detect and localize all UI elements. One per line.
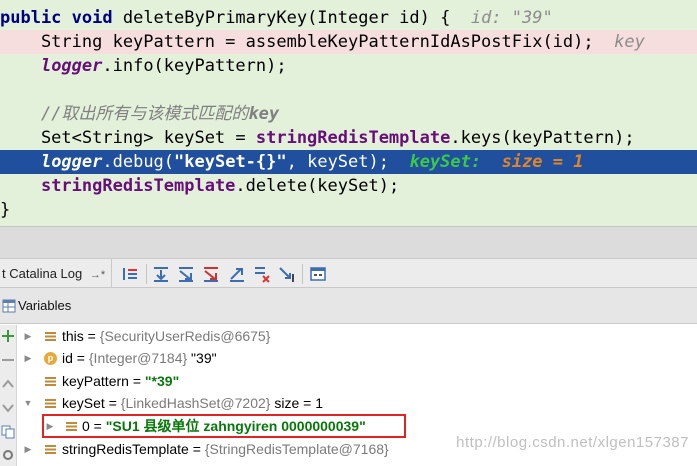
variable-name: 0 xyxy=(82,418,90,434)
inline-debug-value: id: "39" xyxy=(470,8,553,28)
pin-icon[interactable]: →* xyxy=(90,269,105,281)
variables-icon xyxy=(2,299,16,313)
variable-name: id xyxy=(62,350,73,366)
field-icon xyxy=(66,422,77,431)
inline-debug-name: keySet: xyxy=(409,152,482,172)
code-editor[interactable]: public void deleteByPrimaryKey(Integer i… xyxy=(0,0,697,226)
method-signature-text: deleteByPrimaryKey(Integer id) { xyxy=(112,8,471,28)
field-icon xyxy=(45,377,56,386)
step-out-icon[interactable] xyxy=(227,264,247,284)
variable-size: size = 1 xyxy=(270,395,323,411)
equals-sign: = xyxy=(89,418,106,434)
code-text: .keys(keyPattern); xyxy=(450,128,635,148)
expand-arrow-icon[interactable]: ▶ xyxy=(44,415,56,438)
comment-text: //取出所有与该模式匹配的 xyxy=(40,104,249,124)
code-text: .delete(keySet); xyxy=(235,176,400,196)
run-to-cursor-icon[interactable] xyxy=(277,264,297,284)
variables-panel-header: Variables xyxy=(0,288,697,324)
variable-row-id[interactable]: ▶ p id = {Integer@7184} "39" xyxy=(18,347,697,370)
variable-value: "SU1 县级单位 zahngyiren 0000000039" xyxy=(105,418,366,434)
show-execution-point-icon[interactable] xyxy=(120,264,140,284)
tab-label: t Catalina Log xyxy=(2,266,83,281)
step-into-icon[interactable] xyxy=(176,264,196,284)
field-icon xyxy=(45,399,56,408)
code-line-current-execution[interactable]: logger.debug("keySet-{}", keySet); keySe… xyxy=(0,150,697,174)
equals-sign: = xyxy=(188,441,205,457)
variable-row-keyset[interactable]: ▼ keySet = {LinkedHashSet@7202} size = 1 xyxy=(18,392,697,415)
equals-sign: = xyxy=(104,395,121,411)
debug-toolbar: t Catalina Log →* xyxy=(0,258,697,288)
code-text: String keyPattern = assembleKeyPatternId… xyxy=(0,32,615,52)
redis-template-field: stringRedisTemplate xyxy=(255,128,451,148)
variable-row-keypattern[interactable]: keyPattern = "*39" xyxy=(18,370,697,393)
variable-name: this xyxy=(62,328,84,344)
variable-row-this[interactable]: ▶ this = {SecurityUserRedis@6675} xyxy=(18,325,697,348)
variable-type: {StringRedisTemplate@7168} xyxy=(204,441,389,457)
new-watch-icon[interactable] xyxy=(1,329,15,343)
field-icon xyxy=(45,332,56,341)
tab-catalina-log[interactable]: t Catalina Log →* xyxy=(0,259,113,288)
collapse-arrow-icon[interactable]: ▼ xyxy=(22,392,34,415)
equals-sign: = xyxy=(128,373,145,389)
keyword-void: void xyxy=(71,8,113,28)
watermark: http://blog.csdn.net/xlgen157387 xyxy=(456,434,689,451)
variable-type: {SecurityUserRedis@6675} xyxy=(99,328,271,344)
variables-title: Variables xyxy=(18,298,72,313)
move-up-icon[interactable] xyxy=(1,377,15,391)
force-step-into-icon[interactable] xyxy=(201,264,221,284)
variable-type: {Integer@7184} xyxy=(88,350,188,366)
code-text: , keySet); xyxy=(286,152,410,172)
comment-keyword: key xyxy=(248,104,280,124)
code-line-keyset[interactable]: Set<String> keySet = stringRedisTemplate… xyxy=(0,126,697,150)
copy-icon[interactable] xyxy=(1,425,15,439)
variable-value: "39" xyxy=(187,350,217,366)
step-over-icon[interactable] xyxy=(151,264,171,284)
parameter-icon: p xyxy=(44,352,57,365)
expand-arrow-icon[interactable]: ▶ xyxy=(22,347,34,370)
code-text: Set<String> keySet = xyxy=(0,128,256,148)
variable-name: stringRedisTemplate xyxy=(62,441,189,457)
toolbar-separator xyxy=(146,264,147,284)
equals-sign: = xyxy=(83,328,100,344)
field-icon xyxy=(45,445,56,454)
toolbar-separator xyxy=(302,264,303,284)
panel-divider[interactable] xyxy=(0,226,697,258)
code-text: .debug( xyxy=(102,152,175,172)
variable-name: keyPattern xyxy=(62,373,129,389)
drop-frame-icon[interactable] xyxy=(252,264,272,284)
variable-value: "*39" xyxy=(144,373,180,389)
variables-side-toolbar xyxy=(0,325,17,466)
keyword-public: public xyxy=(0,8,72,28)
settings-icon[interactable] xyxy=(1,448,15,462)
logger-field: logger xyxy=(40,56,103,76)
inline-debug-value: key xyxy=(614,32,645,52)
move-down-icon[interactable] xyxy=(1,401,15,415)
code-line-delete[interactable]: stringRedisTemplate.delete(keySet); xyxy=(0,174,697,198)
inline-debug-value: size = 1 xyxy=(501,152,584,172)
expand-arrow-icon[interactable]: ▶ xyxy=(22,438,34,461)
redis-template-field: stringRedisTemplate xyxy=(40,176,236,196)
code-line-method-signature[interactable]: public void deleteByPrimaryKey(Integer i… xyxy=(0,6,697,30)
code-line-key-pattern[interactable]: String keyPattern = assembleKeyPatternId… xyxy=(0,30,697,54)
evaluate-expression-icon[interactable] xyxy=(308,264,328,284)
expand-arrow-icon[interactable]: ▶ xyxy=(22,325,34,348)
code-line-logger-info[interactable]: logger.info(keyPattern); xyxy=(0,54,697,78)
closing-brace: } xyxy=(0,200,11,220)
string-literal: "keySet-{}" xyxy=(174,152,287,172)
code-text: .info(keyPattern); xyxy=(102,56,287,76)
variable-type: {LinkedHashSet@7202} xyxy=(120,395,271,411)
variable-name: keySet xyxy=(62,395,105,411)
equals-sign: = xyxy=(72,350,89,366)
remove-watch-icon[interactable] xyxy=(1,353,15,367)
logger-field: logger xyxy=(40,152,103,172)
code-line-comment[interactable]: //取出所有与该模式匹配的key xyxy=(0,102,697,126)
code-line-closing-brace[interactable]: } xyxy=(0,198,697,222)
